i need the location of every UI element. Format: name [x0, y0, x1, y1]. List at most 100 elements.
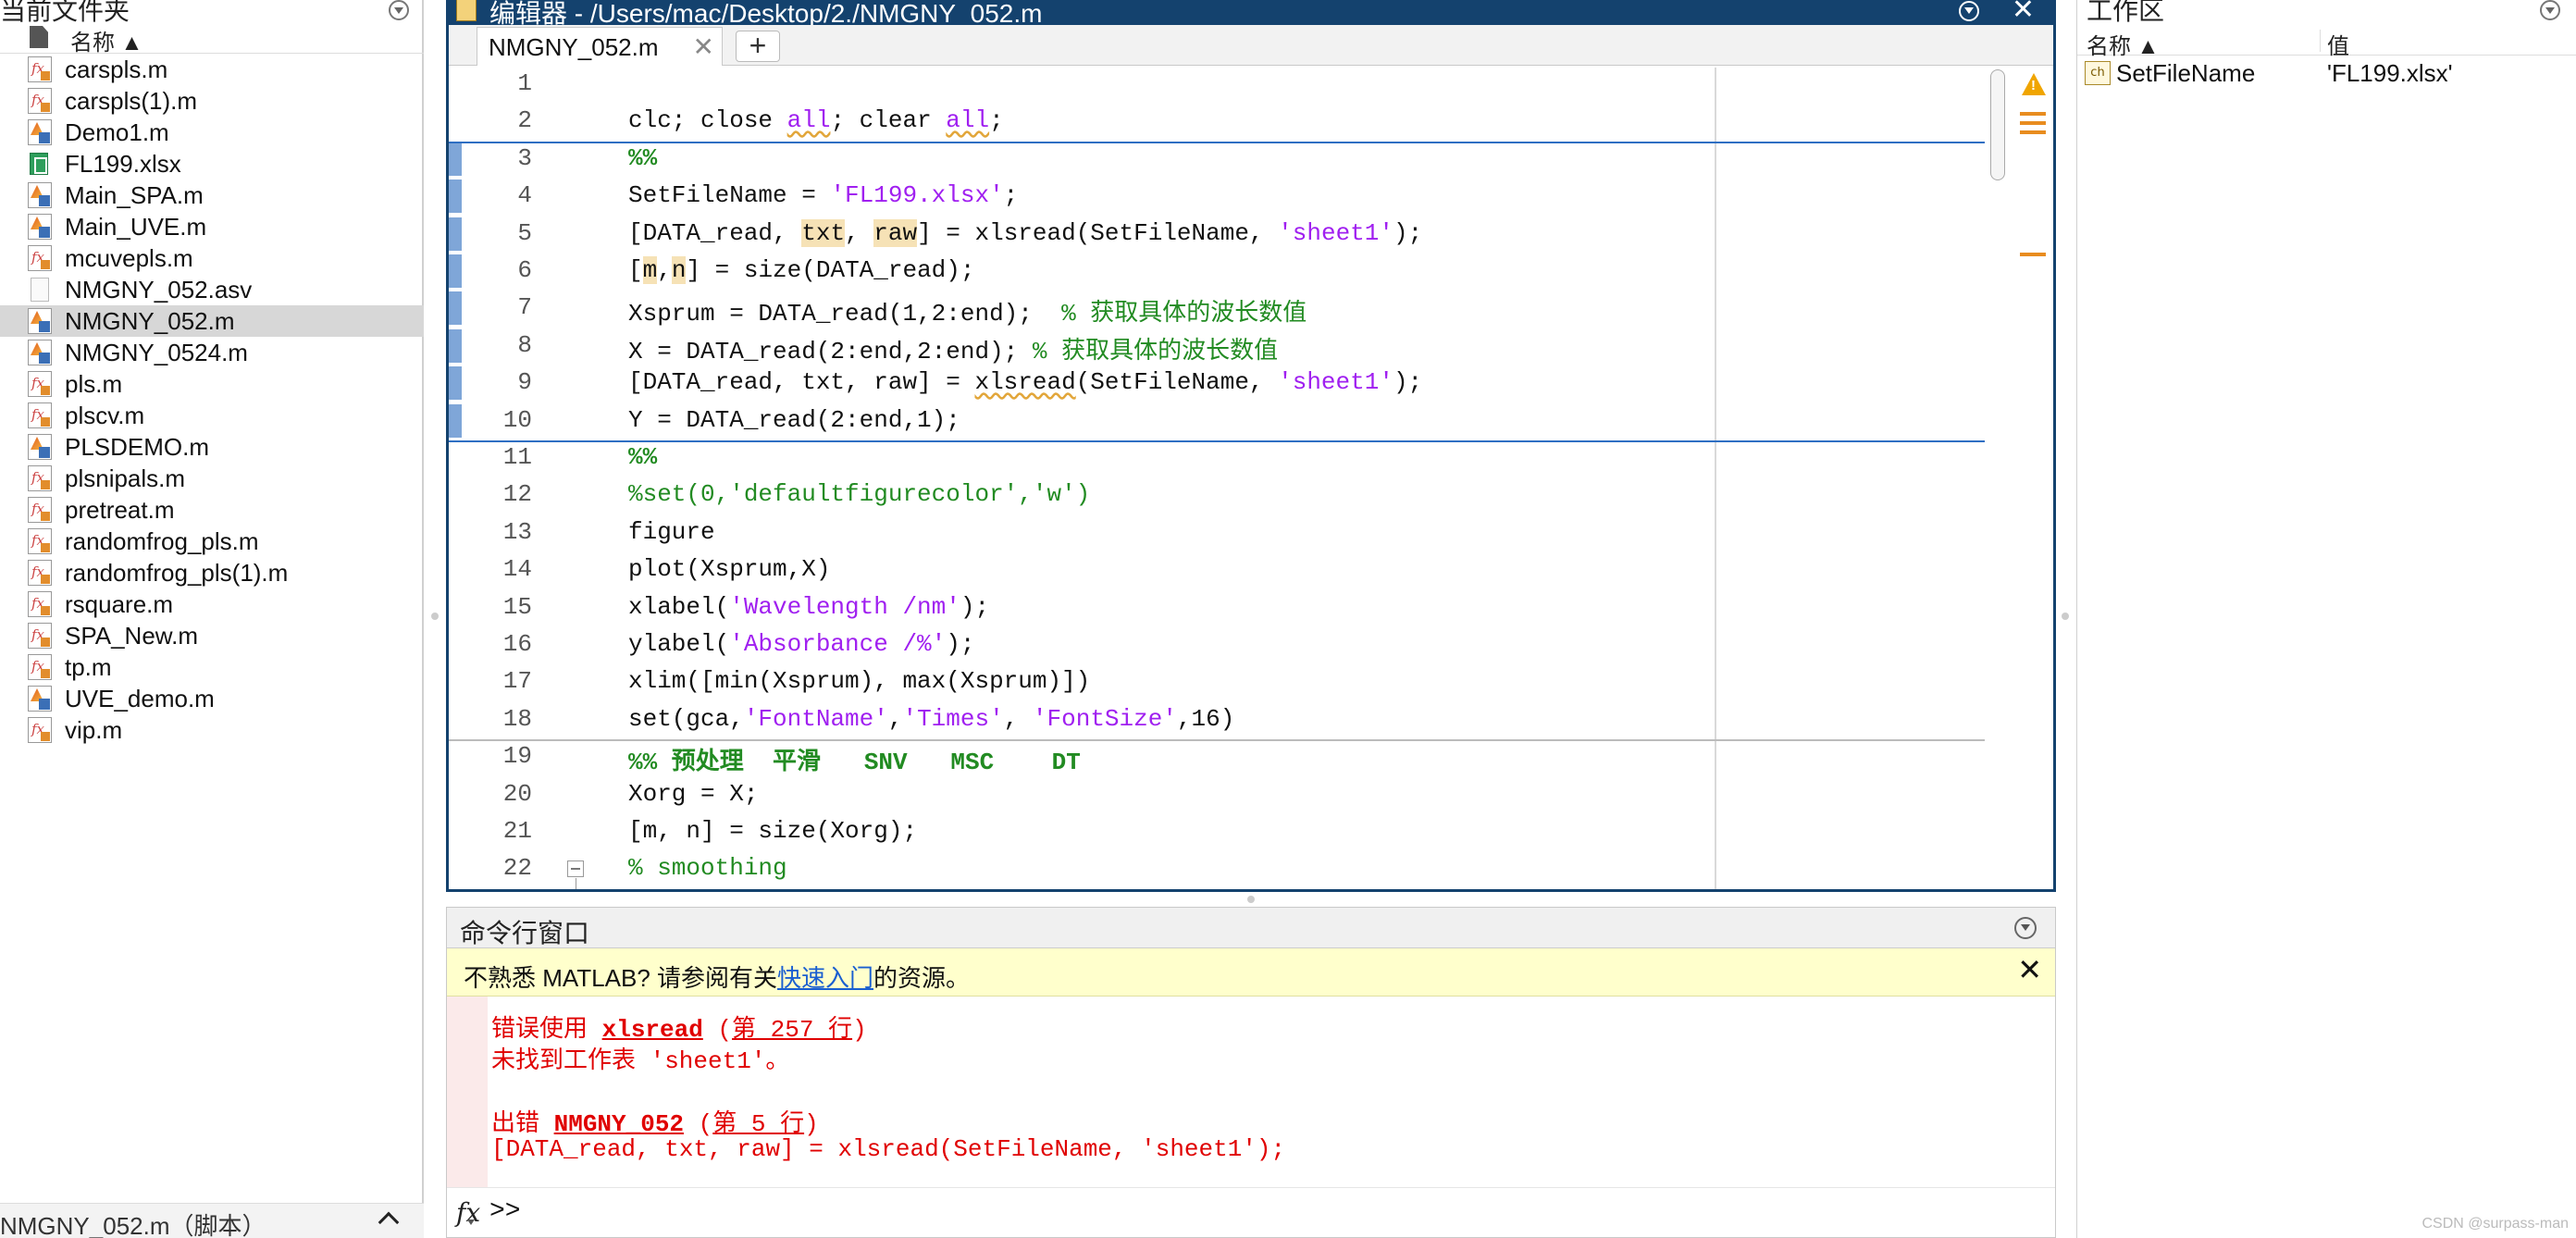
command-window-menu-icon[interactable]: [2014, 917, 2037, 939]
code-area[interactable]: 12clc; close all; clear all;3%%4SetFileN…: [449, 68, 2053, 889]
file-item[interactable]: plsnipals.m: [0, 463, 424, 494]
code-line[interactable]: 1: [449, 68, 1985, 101]
line-number[interactable]: 18: [477, 705, 532, 733]
code-line[interactable]: 22 % smoothing: [449, 852, 1985, 885]
warning-marker[interactable]: [2020, 121, 2046, 125]
file-name[interactable]: randomfrog_pls(1).m: [65, 559, 288, 588]
warning-marker[interactable]: [2020, 130, 2046, 134]
code-line[interactable]: 21 [m, n] = size(Xorg);: [449, 815, 1985, 848]
tab-label[interactable]: NMGNY_052.m: [489, 33, 659, 62]
file-item[interactable]: SPA_New.m: [0, 620, 424, 651]
file-name[interactable]: carspls.m: [65, 56, 167, 84]
file-name[interactable]: Main_SPA.m: [65, 181, 204, 210]
code-text[interactable]: xlabel('Wavelength /nm');: [628, 593, 989, 621]
splitter-handle[interactable]: [431, 613, 439, 620]
line-number[interactable]: 16: [477, 630, 532, 658]
code-line[interactable]: 3%%: [449, 142, 1985, 176]
file-name[interactable]: FL199.xlsx: [65, 150, 181, 179]
error-line-link[interactable]: 第 257 行: [732, 1016, 852, 1044]
code-line[interactable]: 8 X = DATA_read(2:end,2:end); % 获取具体的波长数值: [449, 329, 1985, 365]
error-line-link[interactable]: 第 5 行: [712, 1110, 804, 1138]
file-item[interactable]: carspls.m: [0, 54, 424, 85]
line-number[interactable]: 8: [477, 331, 532, 359]
current-folder-menu-icon[interactable]: [389, 0, 409, 20]
file-item[interactable]: pls.m: [0, 368, 424, 400]
code-text[interactable]: ylabel('Absorbance /%');: [628, 630, 974, 658]
code-line[interactable]: 17 xlim([min(Xsprum), max(Xsprum)]): [449, 665, 1985, 699]
code-text[interactable]: %set(0,'defaultfigurecolor','w'): [628, 480, 1090, 508]
new-tab-button[interactable]: +: [736, 31, 780, 62]
code-text[interactable]: %%: [628, 144, 657, 172]
line-number[interactable]: 3: [477, 144, 532, 172]
line-number[interactable]: 9: [477, 368, 532, 396]
line-number[interactable]: 19: [477, 742, 532, 770]
getting-started-link[interactable]: 快速入门: [777, 964, 873, 992]
file-item[interactable]: tp.m: [0, 651, 424, 683]
splitter-handle[interactable]: [1247, 896, 1255, 903]
code-text[interactable]: Y = DATA_read(2:end,1);: [628, 406, 960, 434]
warning-icon[interactable]: [2022, 73, 2046, 95]
file-item[interactable]: vip.m: [0, 714, 424, 746]
code-line[interactable]: 15 xlabel('Wavelength /nm');: [449, 591, 1985, 625]
file-item[interactable]: Main_SPA.m: [0, 180, 424, 211]
code-line[interactable]: 14 plot(Xsprum,X): [449, 553, 1985, 587]
line-number[interactable]: 7: [477, 293, 532, 321]
code-text[interactable]: set(gca,'FontName','Times', 'FontSize',1…: [628, 705, 1234, 733]
error-function-link[interactable]: xlsread: [602, 1016, 703, 1044]
code-line[interactable]: 10 Y = DATA_read(2:end,1);: [449, 404, 1985, 438]
warning-marker[interactable]: [2020, 112, 2046, 116]
file-item[interactable]: UVE_demo.m: [0, 683, 424, 714]
variable-value[interactable]: 'FL199.xlsx': [2327, 59, 2453, 88]
value-column-header[interactable]: 值: [2327, 28, 2349, 60]
fold-toggle-icon[interactable]: [567, 860, 584, 877]
line-number[interactable]: 10: [477, 406, 532, 434]
code-text[interactable]: Xsprum = DATA_read(1,2:end); % 获取具体的波长数值: [628, 293, 1307, 328]
code-text[interactable]: xlim([min(Xsprum), max(Xsprum)]): [628, 667, 1090, 695]
code-text[interactable]: SetFileName = 'FL199.xlsx';: [628, 181, 1018, 209]
code-line[interactable]: 2 clc; close all; clear all;: [449, 105, 1985, 138]
file-item[interactable]: NMGNY_052.m: [0, 305, 424, 337]
line-number[interactable]: 13: [477, 518, 532, 546]
editor-menu-icon[interactable]: [1959, 1, 1979, 21]
line-number[interactable]: 11: [477, 443, 532, 471]
tab-nmgny-052[interactable]: NMGNY_052.m ✕: [477, 27, 723, 66]
code-text[interactable]: clc; close all; clear all;: [628, 106, 1004, 134]
line-number[interactable]: 12: [477, 480, 532, 508]
name-column-header[interactable]: 名称 ▲: [2087, 28, 2159, 60]
file-item[interactable]: mcuvepls.m: [0, 242, 424, 274]
code-text[interactable]: X = DATA_read(2:end,2:end); % 获取具体的波长数值: [628, 331, 1278, 365]
code-line[interactable]: 16 ylabel('Absorbance /%');: [449, 628, 1985, 662]
file-item[interactable]: Demo1.m: [0, 117, 424, 148]
file-name[interactable]: tp.m: [65, 653, 112, 682]
line-number[interactable]: 4: [477, 181, 532, 209]
file-name[interactable]: plsnipals.m: [65, 464, 185, 493]
code-line[interactable]: 4 SetFileName = 'FL199.xlsx';: [449, 180, 1985, 213]
chevron-down-icon[interactable]: [467, 1219, 475, 1225]
file-name[interactable]: carspls(1).m: [65, 87, 197, 116]
file-name[interactable]: pretreat.m: [65, 496, 175, 525]
chevron-up-icon[interactable]: [378, 1211, 400, 1233]
warning-marker[interactable]: [2020, 253, 2046, 256]
code-text[interactable]: [DATA_read, txt, raw] = xlsread(SetFileN…: [628, 219, 1422, 247]
line-number[interactable]: 15: [477, 593, 532, 621]
command-prompt-row[interactable]: fx >>: [447, 1187, 2055, 1238]
code-line[interactable]: 11%%: [449, 441, 1985, 475]
line-number[interactable]: 1: [477, 69, 532, 97]
splitter-handle[interactable]: [2062, 613, 2069, 620]
file-item[interactable]: PLSDEMO.m: [0, 431, 424, 463]
code-line[interactable]: 20 Xorg = X;: [449, 778, 1985, 811]
file-name[interactable]: Main_UVE.m: [65, 213, 206, 241]
code-text[interactable]: Xorg = X;: [628, 780, 758, 808]
file-item[interactable]: NMGNY_052.asv: [0, 274, 424, 305]
file-name[interactable]: rsquare.m: [65, 590, 173, 619]
error-script-link[interactable]: NMGNY_052: [554, 1110, 684, 1138]
line-number[interactable]: 14: [477, 555, 532, 583]
notice-close-icon[interactable]: ✕: [2017, 952, 2042, 987]
line-number[interactable]: 17: [477, 667, 532, 695]
variable-name[interactable]: SetFileName: [2116, 59, 2255, 88]
file-item[interactable]: carspls(1).m: [0, 85, 424, 117]
workspace-menu-icon[interactable]: [2540, 0, 2560, 20]
code-text[interactable]: % smoothing: [628, 854, 787, 882]
code-text[interactable]: plot(Xsprum,X): [628, 555, 830, 583]
file-name[interactable]: NMGNY_052.asv: [65, 276, 252, 304]
